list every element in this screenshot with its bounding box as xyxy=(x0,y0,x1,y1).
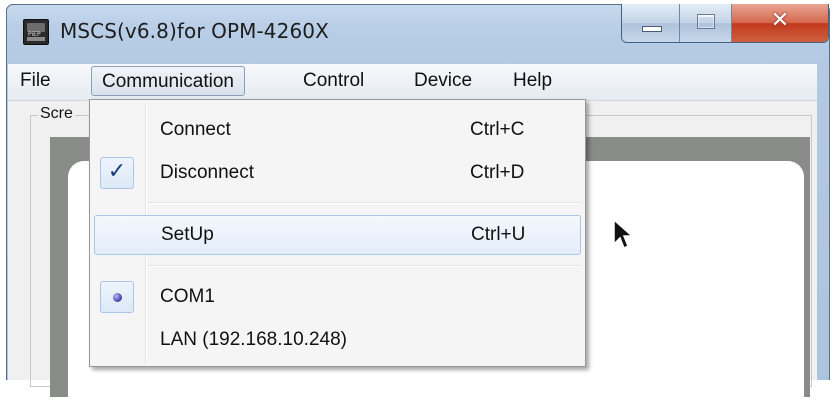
close-button[interactable]: ✕ xyxy=(732,4,828,42)
menu-file[interactable]: File xyxy=(10,66,61,96)
menu-control[interactable]: Control xyxy=(293,66,374,96)
menu-help[interactable]: Help xyxy=(503,66,562,96)
caption-buttons: ✕ xyxy=(621,4,829,43)
menu-communication[interactable]: Communication xyxy=(91,66,245,96)
menu-item-label: LAN (192.168.10.248) xyxy=(160,329,347,350)
menu-item-disconnect[interactable]: ✓ Disconnect Ctrl+D xyxy=(92,153,583,193)
menu-item-label: SetUp xyxy=(161,224,214,245)
title-bar[interactable]: PiEP MSCS(v6.8)for OPM-4260X ✕ xyxy=(7,4,829,61)
menu-bar: File Communication Control Device Help xyxy=(8,64,817,101)
menu-separator xyxy=(148,265,581,267)
menu-item-shortcut: Ctrl+D xyxy=(470,162,525,183)
mouse-pointer-icon xyxy=(613,218,634,250)
menu-item-shortcut: Ctrl+C xyxy=(470,119,525,140)
menu-item-com1[interactable]: COM1 xyxy=(92,277,583,317)
screen-group-label: Scre xyxy=(38,105,75,123)
menu-device[interactable]: Device xyxy=(404,66,482,96)
menu-item-setup[interactable]: SetUp Ctrl+U xyxy=(94,215,581,255)
menu-item-connect[interactable]: Connect Ctrl+C xyxy=(92,110,583,150)
app-logo-icon[interactable]: PiEP xyxy=(23,19,49,45)
radio-box xyxy=(100,281,134,313)
menu-item-label: COM1 xyxy=(160,286,215,307)
window-title: MSCS(v6.8)for OPM-4260X xyxy=(60,19,329,43)
menu-separator xyxy=(148,202,581,204)
checkmark-box: ✓ xyxy=(100,157,134,189)
radio-bullet-icon xyxy=(113,293,122,302)
minimize-icon xyxy=(642,26,662,32)
menu-item-label: Connect xyxy=(160,119,231,140)
communication-menu: Connect Ctrl+C ✓ Disconnect Ctrl+D SetUp… xyxy=(89,99,586,367)
menu-item-lan[interactable]: LAN (192.168.10.248) xyxy=(92,320,583,360)
menu-item-shortcut: Ctrl+U xyxy=(471,224,526,245)
minimize-button[interactable] xyxy=(622,4,680,42)
checkmark-icon: ✓ xyxy=(107,159,127,184)
maximize-icon xyxy=(697,14,715,29)
close-icon: ✕ xyxy=(770,8,790,33)
menu-item-label: Disconnect xyxy=(160,162,254,183)
maximize-button[interactable] xyxy=(680,4,732,42)
